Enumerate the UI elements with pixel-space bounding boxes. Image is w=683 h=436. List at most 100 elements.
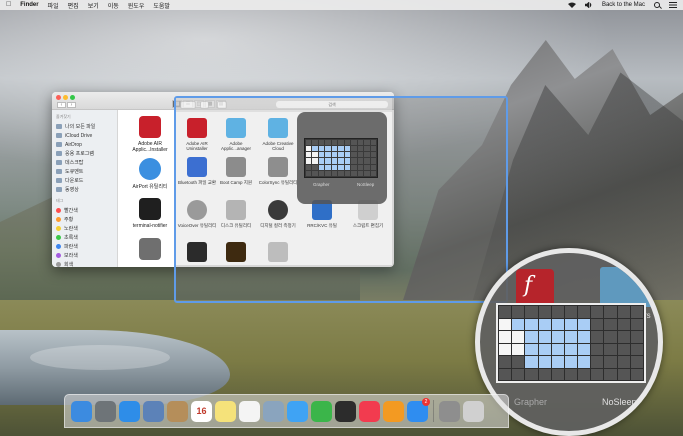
grid-cell[interactable] <box>630 356 643 368</box>
grid-cell[interactable] <box>312 146 318 152</box>
menu-app-name[interactable]: Finder <box>20 2 38 8</box>
grid-cell[interactable] <box>604 331 617 343</box>
magnified-grid[interactable] <box>496 303 646 383</box>
grid-cell[interactable] <box>351 140 357 146</box>
preview-icon[interactable] <box>263 400 284 422</box>
reminders-icon[interactable] <box>239 400 260 422</box>
grid-cell[interactable] <box>344 158 351 164</box>
overlay-app-utility[interactable]: RRC/KVC 유틸 <box>300 200 344 228</box>
trash-icon[interactable] <box>463 400 484 422</box>
grid-cell[interactable] <box>338 164 344 170</box>
photo-icon[interactable] <box>143 400 164 422</box>
grid-cell[interactable] <box>364 158 370 164</box>
grid-cell[interactable] <box>370 170 376 176</box>
user-name[interactable]: Back to the Mac <box>602 2 645 8</box>
calendar-icon[interactable]: 16 <box>191 400 212 422</box>
grid-cell[interactable] <box>318 170 325 176</box>
overlay-app-disk-utility[interactable]: 디스크 유틸리티 <box>214 200 258 228</box>
grid-cell[interactable] <box>331 152 338 158</box>
overlay-app-console[interactable] <box>214 242 258 265</box>
grid-cell[interactable] <box>630 306 643 318</box>
grid-cell[interactable] <box>351 158 357 164</box>
grid-cell[interactable] <box>512 368 525 380</box>
grid-cell[interactable] <box>338 146 344 152</box>
grid-cell[interactable] <box>538 306 551 318</box>
menu-edit[interactable]: 편집 <box>68 1 79 10</box>
grid-cell[interactable] <box>564 306 578 318</box>
grid-cell[interactable] <box>364 170 370 176</box>
tag-button[interactable] <box>217 101 227 109</box>
ibooks-icon[interactable] <box>383 400 404 422</box>
overlay-app-bluetooth-file-exchange[interactable]: Bluetooth 파일 교환 <box>175 157 219 185</box>
grid-cell[interactable] <box>357 158 364 164</box>
grid-cell[interactable] <box>604 343 617 355</box>
grid-cell[interactable] <box>578 368 591 380</box>
grid-cell[interactable] <box>551 356 564 368</box>
app-airport-utility[interactable]: AirPort 유틸리티 <box>122 158 178 190</box>
zoom-button[interactable] <box>70 95 75 100</box>
grid-cell[interactable] <box>512 356 525 368</box>
share-button[interactable] <box>200 101 209 109</box>
spotlight-search-icon[interactable] <box>654 2 660 8</box>
grid-cell[interactable] <box>325 158 331 164</box>
sidebar-item-movies[interactable]: 동영상 <box>56 185 113 194</box>
finder-icon[interactable] <box>71 400 92 422</box>
grid-cell[interactable] <box>306 146 312 152</box>
grid-cell[interactable] <box>318 140 325 146</box>
sidebar-item-airdrop[interactable]: AirDrop <box>56 140 113 149</box>
search-field[interactable]: 검색 <box>276 101 388 108</box>
grid-cell[interactable] <box>591 318 604 330</box>
grid-cell[interactable] <box>617 318 630 330</box>
overlay-app-voiceover[interactable]: VoiceOver 유틸리티 <box>175 200 219 228</box>
grid-cell[interactable] <box>364 146 370 152</box>
grid-cell[interactable] <box>630 368 643 380</box>
sidebar-tag-gray[interactable]: 회색 <box>56 260 113 267</box>
grid-cell[interactable] <box>331 158 338 164</box>
grid-cell[interactable] <box>538 356 551 368</box>
grid-cell[interactable] <box>318 152 325 158</box>
grid-cell[interactable] <box>617 306 630 318</box>
menu-help[interactable]: 도움말 <box>153 1 170 10</box>
grid-cell[interactable] <box>617 368 630 380</box>
grid-cell[interactable] <box>630 331 643 343</box>
minimize-button[interactable] <box>63 95 68 100</box>
music-icon[interactable] <box>359 400 380 422</box>
grid-cell[interactable] <box>312 164 318 170</box>
grid-cell[interactable] <box>306 170 312 176</box>
grid-cell[interactable] <box>591 356 604 368</box>
close-button[interactable] <box>56 95 61 100</box>
grid-cell[interactable] <box>551 343 564 355</box>
sidebar-tag-yellow[interactable]: 노란색 <box>56 224 113 233</box>
sidebar-tag-orange[interactable]: 주황 <box>56 215 113 224</box>
grid-cell[interactable] <box>338 152 344 158</box>
overlay-app-boot-camp[interactable]: Boot Camp 지원 <box>214 157 258 185</box>
grid-cell[interactable] <box>338 170 344 176</box>
grid-cell[interactable] <box>306 152 312 158</box>
menu-window[interactable]: 윈도우 <box>128 1 145 10</box>
sidebar-item-downloads[interactable]: 다운로드 <box>56 176 113 185</box>
overlay-app-piano[interactable] <box>175 242 219 265</box>
grid-cell[interactable] <box>564 368 578 380</box>
grid-cell[interactable] <box>604 318 617 330</box>
grid-cell[interactable] <box>538 343 551 355</box>
sidebar-item-documents[interactable]: 도큐멘트 <box>56 167 113 176</box>
grid-cell[interactable] <box>370 164 376 170</box>
grid-cell[interactable] <box>351 170 357 176</box>
grid-cell[interactable] <box>351 152 357 158</box>
grid-cell[interactable] <box>525 318 538 330</box>
overlay-app-adobe-air-uninstaller[interactable]: Adobe AIR Uninstaller <box>175 118 219 151</box>
grid-cell[interactable] <box>344 146 351 152</box>
grid-cell[interactable] <box>604 368 617 380</box>
grid-cell[interactable] <box>364 140 370 146</box>
grid-cell[interactable] <box>578 306 591 318</box>
grid-cell[interactable] <box>512 318 525 330</box>
grid-cell[interactable] <box>578 318 591 330</box>
grid-cell[interactable] <box>538 318 551 330</box>
grid-cell[interactable] <box>312 152 318 158</box>
popup-grid[interactable] <box>304 138 378 178</box>
forward-button[interactable]: › <box>67 102 76 108</box>
grid-cell[interactable] <box>312 170 318 176</box>
action-gear-button[interactable] <box>180 101 196 109</box>
grid-cell[interactable] <box>370 140 376 146</box>
grid-cell[interactable] <box>591 306 604 318</box>
